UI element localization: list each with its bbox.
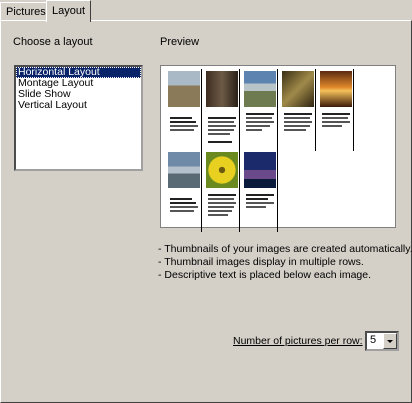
thumbnail-caption-line bbox=[322, 125, 342, 127]
thumbnail-caption-line bbox=[246, 113, 274, 115]
thumbnail-caption-line bbox=[246, 117, 272, 119]
thumbnail-separator bbox=[239, 69, 240, 151]
preview-thumbnail bbox=[204, 69, 240, 159]
pictures-per-row-label: Number of pictures per row: bbox=[233, 335, 363, 347]
tab-layout-label: Layout bbox=[52, 5, 86, 17]
thumbnail-image bbox=[244, 71, 276, 107]
pictures-per-row-label-text: Number of pictures per row: bbox=[233, 335, 363, 347]
thumbnail-caption-line bbox=[246, 198, 268, 200]
thumbnail-caption-line bbox=[208, 194, 236, 196]
thumbnail-caption-line bbox=[246, 202, 274, 204]
thumbnail-caption-line bbox=[170, 121, 196, 123]
thumbnail-caption-line bbox=[208, 206, 234, 208]
thumbnail-caption-line bbox=[208, 198, 234, 200]
thumbnail-caption-line bbox=[284, 113, 312, 115]
thumbnail-separator bbox=[353, 69, 354, 151]
thumbnail-caption-line bbox=[246, 206, 266, 208]
thumbnail-caption-line bbox=[170, 202, 196, 204]
thumbnail-image bbox=[168, 71, 200, 107]
thumbnail-separator bbox=[239, 150, 240, 232]
thumbnail-separator bbox=[315, 69, 316, 151]
thumbnail-caption-line bbox=[208, 129, 234, 131]
thumbnail-separator bbox=[201, 150, 202, 232]
thumbnail-caption-line bbox=[170, 125, 198, 127]
thumbnail-caption-line bbox=[170, 210, 194, 212]
thumbnail-image bbox=[168, 152, 200, 188]
thumbnail-caption-line bbox=[284, 129, 306, 131]
preview-thumbnail bbox=[242, 69, 278, 159]
thumbnail-caption-line bbox=[322, 117, 348, 119]
layout-panel: Choose a layout Preview Horizontal Layou… bbox=[0, 20, 412, 403]
thumbnail-caption-line bbox=[208, 121, 234, 123]
layout-option-vertical[interactable]: Vertical Layout bbox=[16, 100, 141, 111]
thumbnail-image bbox=[320, 71, 352, 107]
thumbnail-caption-line bbox=[208, 133, 230, 135]
thumbnail-caption-line bbox=[170, 198, 192, 200]
layout-preview bbox=[160, 65, 396, 232]
layout-description: - Thumbnails of your images are created … bbox=[158, 243, 412, 282]
chevron-down-icon[interactable] bbox=[383, 333, 397, 349]
preview-thumbnail bbox=[280, 69, 316, 159]
thumbnail-caption-line bbox=[322, 113, 350, 115]
tab-pictures-label: Pictures bbox=[6, 6, 46, 18]
thumbnail-separator bbox=[277, 69, 278, 151]
thumbnail-caption-line bbox=[284, 125, 310, 127]
thumbnail-caption-line bbox=[246, 194, 274, 196]
thumbnail-image bbox=[282, 71, 314, 107]
thumbnail-caption-line bbox=[284, 117, 310, 119]
layout-listbox[interactable]: Horizontal Layout Montage Layout Slide S… bbox=[14, 65, 143, 171]
thumbnail-caption-line bbox=[284, 121, 312, 123]
thumbnail-caption-line bbox=[208, 125, 236, 127]
thumbnail-image bbox=[206, 152, 238, 188]
choose-layout-label: Choose a layout bbox=[13, 36, 93, 48]
thumbnail-caption-line bbox=[246, 125, 270, 127]
preview-thumbnail bbox=[166, 69, 202, 159]
preview-label: Preview bbox=[160, 36, 200, 48]
thumbnail-caption-line bbox=[208, 141, 232, 143]
thumbnail-caption-line bbox=[246, 121, 274, 123]
description-line: - Descriptive text is placed below each … bbox=[158, 269, 372, 281]
thumbnail-caption-line bbox=[208, 210, 232, 212]
thumbnail-image bbox=[206, 71, 238, 107]
thumbnail-caption-line bbox=[208, 117, 236, 119]
tab-strip: Pictures Layout bbox=[0, 0, 412, 22]
thumbnail-separator bbox=[277, 150, 278, 232]
thumbnail-caption-line bbox=[170, 206, 198, 208]
thumbnail-caption-line bbox=[322, 121, 350, 123]
thumbnail-caption-line bbox=[246, 129, 262, 131]
preview-thumbnail bbox=[242, 150, 278, 240]
thumbnail-caption-line bbox=[208, 214, 228, 216]
thumbnail-separator bbox=[201, 69, 202, 151]
pictures-per-row-select[interactable]: 5 bbox=[365, 331, 399, 351]
thumbnail-caption-line bbox=[170, 117, 192, 119]
thumbnail-caption-line bbox=[170, 129, 194, 131]
preview-thumbnail bbox=[204, 150, 240, 240]
preview-thumbnail bbox=[166, 150, 202, 240]
thumbnail-caption-line bbox=[208, 202, 236, 204]
tab-pictures[interactable]: Pictures bbox=[0, 2, 47, 21]
pictures-per-row-value: 5 bbox=[370, 334, 377, 346]
thumbnail-image bbox=[244, 152, 276, 188]
description-line: - Thumbnail images display in multiple r… bbox=[158, 256, 364, 268]
tab-layout[interactable]: Layout bbox=[46, 0, 91, 22]
description-line: - Thumbnails of your images are created … bbox=[158, 243, 412, 255]
preview-thumbnail bbox=[318, 69, 354, 159]
